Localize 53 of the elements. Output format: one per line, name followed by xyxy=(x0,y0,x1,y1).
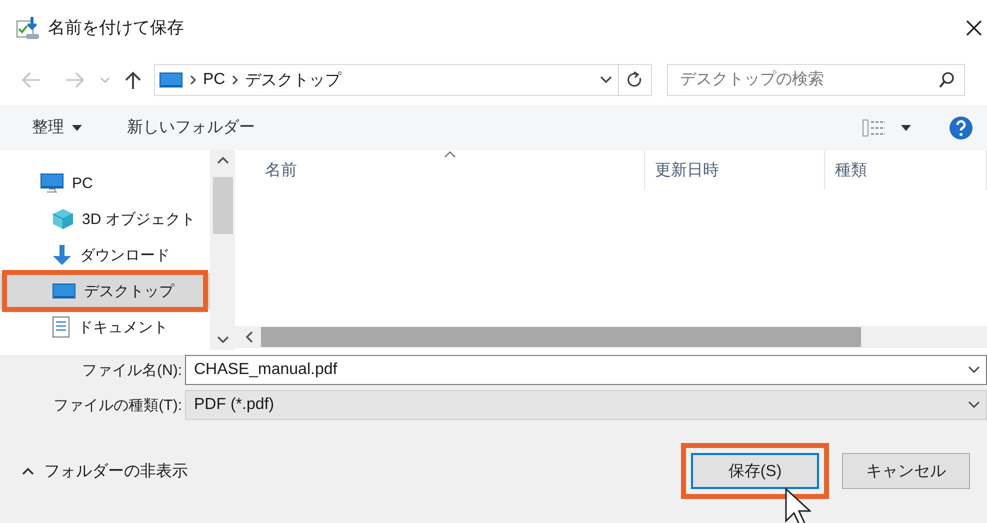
new-folder-button[interactable]: 新しいフォルダー xyxy=(127,117,255,138)
help-icon[interactable] xyxy=(949,116,973,140)
refresh-icon[interactable] xyxy=(627,71,643,89)
cube-icon xyxy=(52,208,74,230)
hide-folders-toggle[interactable]: フォルダーの非表示 xyxy=(22,460,188,482)
dropdown-chevron-icon xyxy=(968,366,980,374)
document-icon xyxy=(52,316,70,338)
window-title: 名前を付けて保存 xyxy=(48,17,184,39)
breadcrumb[interactable]: デスクトップ xyxy=(245,70,342,90)
scrollbar-thumb[interactable] xyxy=(261,327,861,347)
address-bar[interactable]: PC デスクトップ xyxy=(154,64,652,96)
field-label: ファイル名(N): xyxy=(81,360,183,380)
chevron-up-icon xyxy=(22,467,34,475)
sidebar-item[interactable]: ドキュメント xyxy=(0,309,210,345)
horizontal-scrollbar[interactable] xyxy=(235,326,987,348)
search-field[interactable]: デスクトップの検索 xyxy=(667,64,965,96)
vertical-scrollbar[interactable] xyxy=(210,150,235,350)
save-icon xyxy=(14,14,40,40)
sidebar-item[interactable]: 3D オブジェクト xyxy=(0,201,210,237)
back-arrow-icon[interactable] xyxy=(20,70,42,90)
sidebar-item[interactable]: ダウンロード xyxy=(0,237,210,273)
download-arrow-icon xyxy=(52,244,72,266)
dialog-button[interactable]: キャンセル xyxy=(842,453,970,489)
dropdown-chevron-icon xyxy=(968,401,980,409)
dropdown-chevron-icon[interactable] xyxy=(600,76,612,84)
breadcrumb[interactable]: PC xyxy=(203,71,226,89)
chevron-up-icon xyxy=(216,156,228,164)
caret-down-icon[interactable] xyxy=(901,124,911,130)
chevron-right-icon xyxy=(189,74,197,86)
up-arrow-icon[interactable] xyxy=(124,70,142,90)
chevron-left-icon xyxy=(245,331,253,343)
organize-menu[interactable]: 整理 xyxy=(32,117,82,138)
sidebar-item[interactable]: デスクトップ xyxy=(0,273,210,309)
scrollbar-thumb[interactable] xyxy=(212,176,232,234)
monitor-icon xyxy=(159,71,183,89)
dialog-button[interactable]: 保存(S) xyxy=(691,453,819,489)
sidebar-item[interactable]: PC xyxy=(0,165,210,201)
chevron-right-icon xyxy=(231,74,240,86)
column-header[interactable]: 種類 xyxy=(825,150,987,190)
close-icon[interactable] xyxy=(965,18,983,36)
search-icon[interactable] xyxy=(938,71,956,89)
monitor-icon xyxy=(52,282,76,300)
forward-arrow-icon[interactable] xyxy=(64,70,86,90)
chevron-down-icon xyxy=(216,336,228,344)
file-type-dropdown[interactable]: PDF (*.pdf) xyxy=(185,390,987,420)
field-label: ファイルの種類(T): xyxy=(52,396,183,414)
caret-down-icon xyxy=(72,124,82,130)
column-header[interactable]: 更新日時 xyxy=(645,150,825,190)
file-name-field[interactable]: CHASE_manual.pdf xyxy=(185,355,987,385)
monitor-icon xyxy=(40,172,64,194)
view-list-icon[interactable] xyxy=(862,118,886,136)
column-header[interactable]: 名前 xyxy=(235,150,645,190)
mouse-pointer-icon xyxy=(785,488,811,523)
